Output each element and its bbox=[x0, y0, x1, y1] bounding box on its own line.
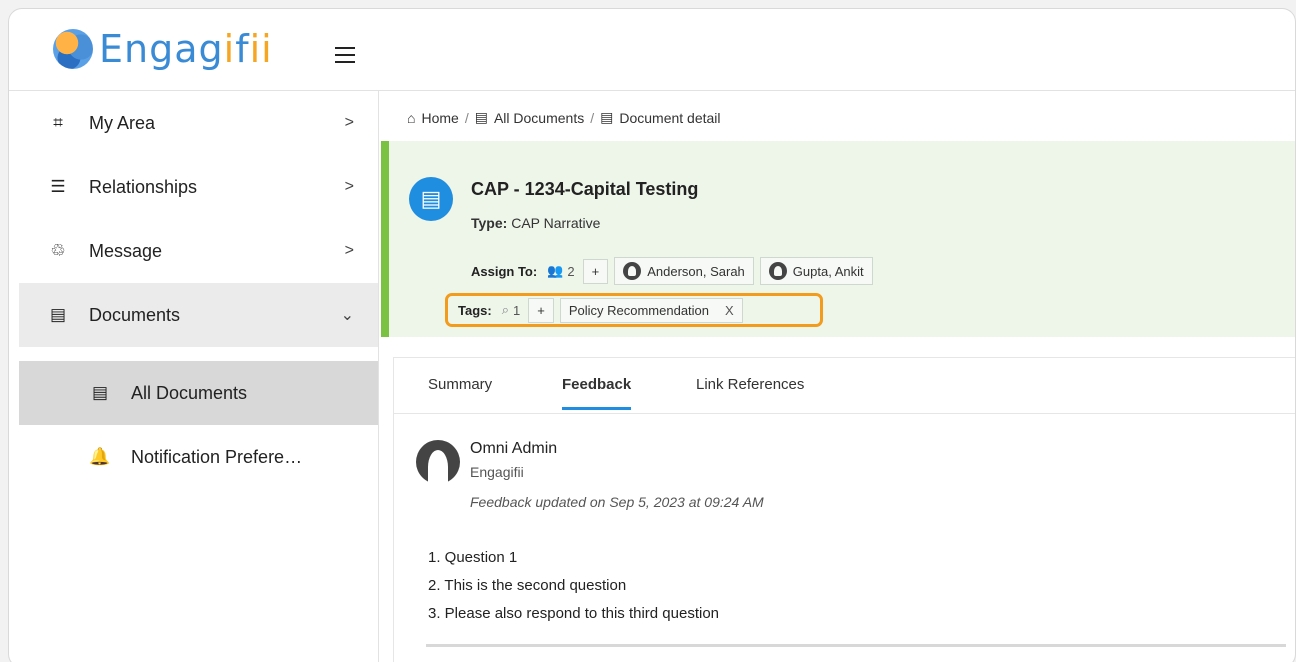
sidebar-item-documents[interactable]: ▤ Documents ⌄ bbox=[19, 283, 378, 347]
sidebar-item-label: All Documents bbox=[131, 382, 248, 403]
add-assignee-button[interactable]: + bbox=[582, 258, 609, 284]
top-bar: Engagifii bbox=[9, 9, 1295, 91]
document-icon: ▤ bbox=[600, 109, 614, 125]
document-icon: ▤ bbox=[49, 305, 67, 324]
home-icon: ⌂ bbox=[407, 109, 416, 126]
breadcrumb-home[interactable]: Home bbox=[421, 110, 458, 126]
sidebar-item-label: Relationships bbox=[89, 176, 198, 197]
server-icon: ☰ bbox=[50, 177, 66, 196]
document-icon: ▤ bbox=[474, 109, 488, 125]
tags-label: Tags: bbox=[458, 302, 492, 318]
breadcrumb-current: Document detail bbox=[619, 109, 721, 126]
chevron-right-icon: > bbox=[344, 178, 354, 195]
menu-icon[interactable] bbox=[335, 47, 355, 63]
logo-icon bbox=[53, 29, 93, 69]
list-item: 2. This is the second question bbox=[428, 577, 627, 594]
list-item: 3. Please also respond to this third que… bbox=[428, 605, 720, 622]
tag-chip[interactable]: Policy Recommendation X bbox=[559, 297, 743, 323]
sidebar-item-all-documents[interactable]: ▤ All Documents bbox=[19, 361, 378, 425]
sidebar-item-relationships[interactable]: ☰ Relationships > bbox=[19, 155, 378, 219]
assignee-chip[interactable]: Anderson, Sarah bbox=[614, 257, 754, 285]
sidebar-item-label: Documents bbox=[89, 304, 181, 325]
tab-feedback[interactable]: Feedback bbox=[562, 376, 632, 410]
recycle-icon: ♲ bbox=[50, 241, 66, 260]
sidebar-item-label: My Area bbox=[89, 112, 156, 133]
app-window: Engagifii ⌗ My Area > ☰ Relationships > … bbox=[8, 8, 1296, 662]
feedback-updated: Feedback updated on Sep 5, 2023 at 09:24… bbox=[470, 494, 764, 510]
feedback-org: Engagifii bbox=[470, 464, 524, 480]
document-type: Type: CAP Narrative bbox=[471, 215, 601, 231]
sidebar-item-notification-preferences[interactable]: 🔔 Notification Prefere… bbox=[19, 425, 378, 489]
add-tag-button[interactable]: + bbox=[528, 297, 554, 323]
sidebar-item-label: Notification Prefere… bbox=[131, 446, 303, 467]
engagifii-logo[interactable]: Engagifii bbox=[53, 27, 273, 71]
tags-count: 1 bbox=[513, 302, 521, 318]
tab-summary[interactable]: Summary bbox=[428, 376, 492, 407]
document-icon: ▤ bbox=[409, 177, 453, 221]
sidebar-item-message[interactable]: ♲ Message > bbox=[19, 219, 378, 283]
list-item: 1. Question 1 bbox=[428, 549, 518, 566]
logo-text: Engagifii bbox=[99, 27, 273, 71]
detail-panel: Summary Feedback Link References Omni Ad… bbox=[393, 357, 1295, 662]
assign-row: Assign To: 👥 2 + Anderson, Sarah Gupta, … bbox=[471, 257, 879, 285]
users-icon: 👥 bbox=[547, 263, 564, 278]
tags-row: Tags: ⌕ 1 + Policy Recommendation X bbox=[445, 293, 823, 327]
main-content: ⌂ Home / ▤ All Documents / ▤ Document de… bbox=[381, 91, 1295, 662]
document-header: ▤ CAP - 1234-Capital Testing Type: CAP N… bbox=[381, 141, 1295, 337]
breadcrumb: ⌂ Home / ▤ All Documents / ▤ Document de… bbox=[407, 109, 721, 126]
chevron-right-icon: > bbox=[344, 242, 354, 259]
divider bbox=[426, 644, 1286, 647]
chevron-right-icon: > bbox=[344, 114, 354, 131]
avatar-icon bbox=[623, 262, 642, 280]
feedback-author: Omni Admin bbox=[470, 440, 558, 457]
assignee-chip[interactable]: Gupta, Ankit bbox=[759, 257, 873, 285]
tab-bar: Summary Feedback Link References bbox=[394, 358, 1295, 414]
assign-label: Assign To: bbox=[471, 263, 538, 279]
sidebar-item-label: Message bbox=[89, 240, 163, 261]
tab-link-references[interactable]: Link References bbox=[696, 376, 804, 407]
document-title: CAP - 1234-Capital Testing bbox=[471, 179, 699, 199]
breadcrumb-all-documents[interactable]: All Documents bbox=[494, 110, 584, 126]
feedback-list: 1. Question 1 2. This is the second ques… bbox=[428, 544, 719, 628]
sidebar-item-my-area[interactable]: ⌗ My Area > bbox=[19, 91, 378, 155]
bell-icon: 🔔 bbox=[89, 447, 111, 466]
remove-tag-button[interactable]: X bbox=[725, 303, 734, 318]
focus-icon: ⌗ bbox=[53, 113, 63, 132]
assign-count: 2 bbox=[567, 263, 575, 279]
avatar-icon bbox=[768, 262, 787, 280]
chevron-down-icon: ⌄ bbox=[340, 307, 354, 324]
tag-icon: ⌕ bbox=[501, 302, 509, 317]
sidebar: ⌗ My Area > ☰ Relationships > ♲ Message … bbox=[19, 91, 379, 662]
document-icon: ▤ bbox=[91, 383, 109, 402]
avatar bbox=[416, 440, 460, 484]
